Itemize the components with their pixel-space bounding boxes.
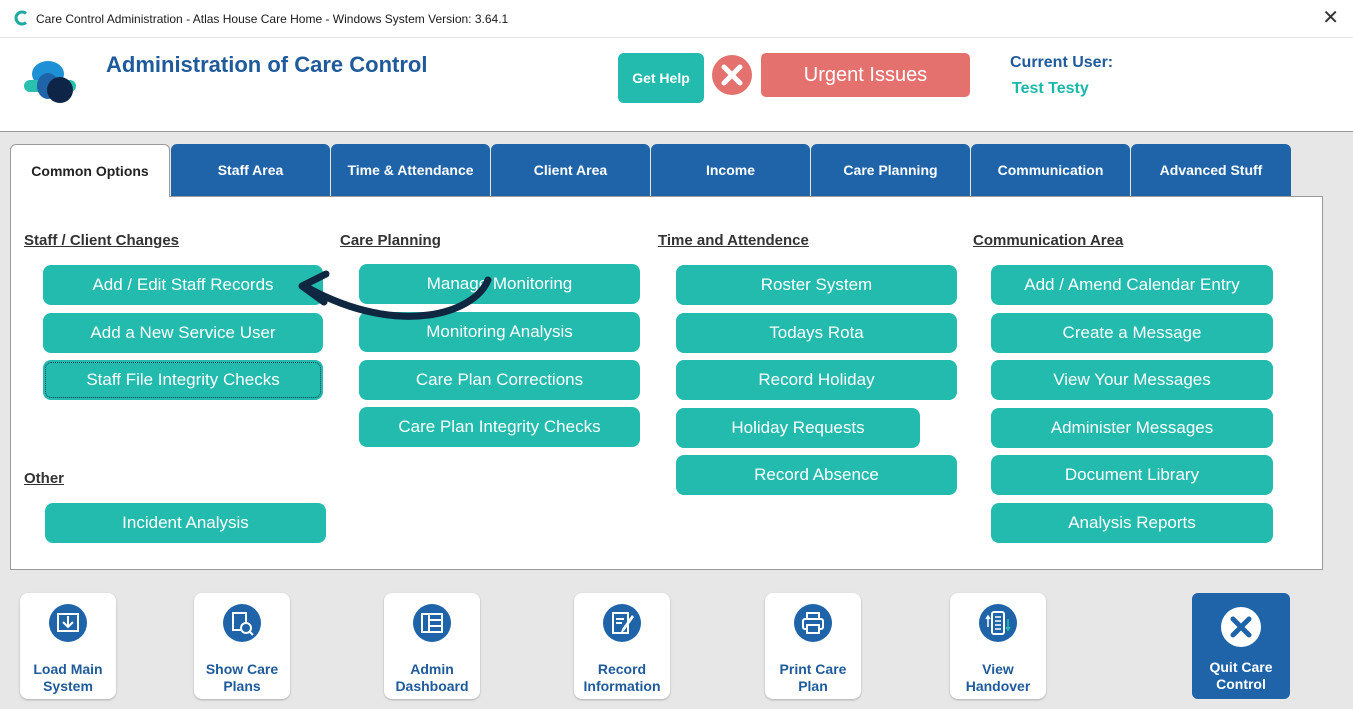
edit-document-icon [603, 604, 641, 642]
load-main-system-button[interactable]: Load Main System [20, 593, 116, 699]
tab-staff-area[interactable]: Staff Area [171, 144, 330, 196]
care-plan-integrity-checks-button[interactable]: Care Plan Integrity Checks [359, 407, 640, 447]
record-holiday-button[interactable]: Record Holiday [676, 360, 957, 400]
analysis-reports-button[interactable]: Analysis Reports [991, 503, 1273, 543]
download-icon [49, 604, 87, 642]
load-main-system-label-line1: Load Main [33, 661, 103, 677]
administer-messages-button[interactable]: Administer Messages [991, 408, 1273, 448]
care-plan-corrections-button[interactable]: Care Plan Corrections [359, 360, 640, 400]
print-care-plan-button[interactable]: Print Care Plan [765, 593, 861, 699]
tab-client-area[interactable]: Client Area [491, 144, 650, 196]
page-title: Administration of Care Control [106, 52, 428, 77]
section-heading-staff-client: Staff / Client Changes [24, 232, 180, 249]
incident-analysis-button[interactable]: Incident Analysis [45, 503, 326, 543]
tab-common-options[interactable]: Common Options [10, 144, 170, 197]
print-care-plan-label-line1: Print Care [779, 661, 847, 677]
printer-icon [794, 604, 832, 642]
admin-dashboard-button[interactable]: Admin Dashboard [384, 593, 480, 699]
show-care-plans-label-line1: Show Care [205, 661, 279, 677]
view-your-messages-button[interactable]: View Your Messages [991, 360, 1273, 400]
section-heading-time-attendence: Time and Attendence [658, 232, 809, 249]
add-new-service-user-button[interactable]: Add a New Service User [43, 313, 323, 353]
tab-care-planning[interactable]: Care Planning [811, 144, 970, 196]
document-library-button[interactable]: Document Library [991, 455, 1273, 495]
window-close-button[interactable]: ✕ [1322, 6, 1339, 30]
load-main-system-label-line2: System [43, 678, 93, 694]
app-logo-icon [14, 10, 27, 26]
urgent-issues-button[interactable]: Urgent Issues [761, 53, 970, 97]
section-heading-care-planning: Care Planning [340, 232, 441, 249]
view-handover-label-line1: View [982, 661, 1014, 677]
view-handover-button[interactable]: View Handover [950, 593, 1046, 699]
annotation-arrow-icon [298, 270, 492, 320]
current-user-label: Current User: [1010, 54, 1114, 71]
get-help-button[interactable]: Get Help [618, 53, 704, 103]
quit-care-control-button[interactable]: Quit Care Control [1192, 593, 1290, 699]
handover-icon [979, 604, 1017, 642]
tab-time-attendance[interactable]: Time & Attendance [331, 144, 490, 196]
record-absence-button[interactable]: Record Absence [676, 455, 957, 495]
record-information-button[interactable]: Record Information [574, 593, 670, 699]
dashboard-icon [413, 604, 451, 642]
show-care-plans-button[interactable]: Show Care Plans [194, 593, 290, 699]
view-handover-label-line2: Handover [965, 678, 1031, 694]
admin-dashboard-label-line2: Dashboard [395, 678, 469, 694]
roster-system-button[interactable]: Roster System [676, 265, 957, 305]
section-heading-communication: Communication Area [973, 232, 1124, 249]
admin-dashboard-label-line1: Admin [410, 661, 454, 677]
window-title: Care Control Administration - Atlas Hous… [36, 12, 509, 26]
add-amend-calendar-entry-button[interactable]: Add / Amend Calendar Entry [991, 265, 1273, 305]
current-user-name: Test Testy [1012, 80, 1089, 97]
show-care-plans-label-line2: Plans [223, 678, 261, 694]
urgent-x-icon[interactable] [711, 54, 753, 96]
quit-x-icon [1221, 607, 1261, 647]
tab-advanced-stuff[interactable]: Advanced Stuff [1131, 144, 1291, 196]
document-search-icon [223, 604, 261, 642]
section-heading-other: Other [24, 470, 65, 487]
print-care-plan-label-line2: Plan [798, 678, 828, 694]
quit-label-line2: Control [1216, 676, 1266, 692]
window-titlebar: Care Control Administration - Atlas Hous… [0, 0, 1353, 38]
record-information-label-line1: Record [597, 661, 647, 677]
care-control-logo-icon [24, 61, 76, 103]
holiday-requests-button[interactable]: Holiday Requests [676, 408, 920, 448]
quit-label-line1: Quit Care [1209, 659, 1273, 675]
todays-rota-button[interactable]: Todays Rota [676, 313, 957, 353]
tab-communication[interactable]: Communication [971, 144, 1130, 196]
staff-file-integrity-checks-button[interactable]: Staff File Integrity Checks [43, 360, 323, 400]
add-edit-staff-records-button[interactable]: Add / Edit Staff Records [43, 265, 323, 305]
create-message-button[interactable]: Create a Message [991, 313, 1273, 353]
tab-income[interactable]: Income [651, 144, 810, 196]
app-header: Administration of Care Control Get Help … [0, 38, 1353, 132]
record-information-label-line2: Information [583, 678, 661, 694]
